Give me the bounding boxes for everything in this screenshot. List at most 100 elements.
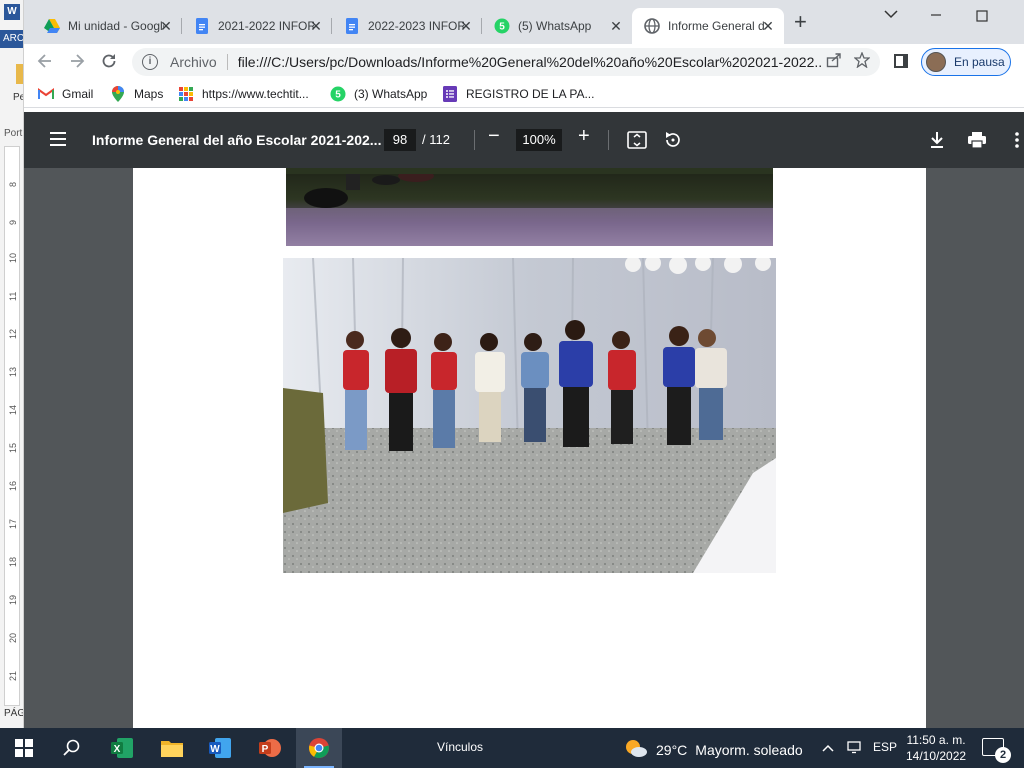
- back-arrow-icon[interactable]: [36, 52, 54, 75]
- word-icon[interactable]: W: [208, 736, 232, 760]
- screen: W ARC Pe Port 8 9 10 11 12 13 14 15 16 1…: [0, 0, 1024, 768]
- tab-label: 2021-2022 INFORME: [218, 19, 314, 33]
- bookmark-gmail[interactable]: Gmail: [38, 86, 93, 102]
- chevron-up-icon[interactable]: [822, 741, 834, 755]
- scheme-label: Archivo: [170, 54, 217, 70]
- bookmark-label: https://www.techtit...: [202, 87, 309, 101]
- bookmark-star-icon[interactable]: [853, 51, 871, 72]
- ruler-tick: 12: [8, 328, 18, 339]
- word-section-label: Port: [4, 128, 23, 139]
- windows-start-icon[interactable]: [12, 736, 36, 760]
- maximize-button[interactable]: [976, 9, 988, 25]
- chrome-taskbar-button[interactable]: [296, 728, 342, 768]
- pdf-title: Informe General del año Escolar 2021-202…: [92, 132, 382, 148]
- language-indicator[interactable]: ESP: [873, 740, 897, 754]
- bookmark-techtit[interactable]: https://www.techtit...: [178, 86, 309, 102]
- gmail-icon: [38, 86, 54, 102]
- svg-text:P: P: [262, 744, 269, 755]
- close-icon[interactable]: ✕: [308, 18, 324, 35]
- page-total: / 112: [422, 132, 450, 147]
- profile-button[interactable]: En pausa: [921, 48, 1011, 76]
- svg-text:W: W: [210, 744, 220, 755]
- ruler-tick: 20: [8, 632, 18, 643]
- ruler-tick: 19: [8, 594, 18, 605]
- print-icon[interactable]: [966, 129, 988, 151]
- google-docs-icon: [344, 18, 360, 34]
- word-window-edge: W ARC Pe Port 8 9 10 11 12 13 14 15 16 1…: [0, 0, 24, 728]
- menu-icon[interactable]: [50, 132, 66, 146]
- excel-icon[interactable]: X: [110, 736, 134, 760]
- links-toolbar-label[interactable]: Vínculos: [437, 740, 483, 754]
- url-text[interactable]: file:///C:/Users/pc/Downloads/Informe%20…: [238, 54, 823, 70]
- ruler-tick: 9: [8, 219, 18, 225]
- zoom-in-button[interactable]: +: [578, 125, 590, 148]
- minimize-button[interactable]: [930, 8, 942, 24]
- apps-grid-icon: [178, 86, 194, 102]
- svg-text:5: 5: [335, 90, 341, 101]
- share-icon[interactable]: [826, 52, 842, 72]
- word-ribbon-tab[interactable]: ARC: [0, 30, 23, 48]
- tab-informe-general[interactable]: Informe General del año Escolar ✕: [632, 8, 784, 44]
- close-icon[interactable]: ✕: [158, 18, 174, 35]
- pdf-viewer[interactable]: [24, 168, 1024, 728]
- notification-count: 2: [995, 747, 1011, 763]
- zoom-level-input[interactable]: 100%: [516, 129, 562, 151]
- clock[interactable]: 11:50 a. m. 14/10/2022: [906, 732, 966, 764]
- forward-arrow-icon[interactable]: [68, 52, 86, 75]
- side-panel-icon[interactable]: [894, 54, 908, 68]
- zoom-out-button[interactable]: −: [488, 125, 500, 148]
- avatar: [926, 52, 946, 72]
- chrome-icon: [307, 736, 331, 760]
- ruler-tick: 15: [8, 442, 18, 453]
- bookmark-label: REGISTRO DE LA PA...: [466, 87, 595, 101]
- close-icon[interactable]: ✕: [760, 18, 776, 35]
- notification-center-icon[interactable]: 2: [982, 738, 1011, 763]
- tab-label: Mi unidad - Google Drive: [68, 19, 164, 33]
- weather-widget[interactable]: 29°C Mayorm. soleado: [624, 738, 803, 761]
- clock-date: 14/10/2022: [906, 749, 967, 763]
- ruler-tick: 11: [8, 291, 18, 301]
- whatsapp-icon: 5: [494, 18, 510, 34]
- file-explorer-icon[interactable]: [160, 736, 184, 760]
- display-icon[interactable]: [847, 740, 861, 757]
- google-docs-icon: [194, 18, 210, 34]
- tab-informe-2022[interactable]: 2022-2023 INFORME ✕: [332, 8, 482, 44]
- close-icon[interactable]: ✕: [458, 18, 474, 35]
- reload-icon[interactable]: [100, 52, 118, 75]
- clock-time: 11:50 a. m.: [906, 733, 966, 747]
- browser-toolbar: i Archivo file:///C:/Users/pc/Downloads/…: [24, 44, 1024, 80]
- ruler-tick: 16: [8, 480, 18, 491]
- bookmark-whatsapp[interactable]: 5 (3) WhatsApp: [330, 86, 427, 102]
- tab-google-drive[interactable]: Mi unidad - Google Drive ✕: [32, 8, 182, 44]
- ruler-tick: 13: [8, 366, 18, 377]
- page-number-input[interactable]: 98: [384, 129, 416, 151]
- bookmark-label: (3) WhatsApp: [354, 87, 428, 101]
- info-icon[interactable]: i: [142, 54, 158, 70]
- more-options-icon[interactable]: [1006, 129, 1024, 151]
- fit-page-icon[interactable]: [626, 129, 648, 151]
- tab-whatsapp[interactable]: 5 (5) WhatsApp ✕: [482, 8, 632, 44]
- search-icon[interactable]: [60, 736, 84, 760]
- svg-text:X: X: [114, 744, 121, 755]
- new-tab-button[interactable]: +: [794, 11, 807, 33]
- bookmark-maps[interactable]: Maps: [110, 86, 163, 102]
- address-bar[interactable]: i Archivo file:///C:/Users/pc/Downloads/…: [132, 48, 880, 76]
- group-photo: [283, 258, 776, 573]
- temperature: 29°C: [656, 741, 688, 758]
- tab-search-chevron-icon[interactable]: [884, 6, 898, 22]
- bookmark-registro[interactable]: REGISTRO DE LA PA...: [442, 86, 594, 102]
- tab-label: Informe General del año Escolar: [668, 19, 764, 33]
- whatsapp-icon: 5: [330, 86, 346, 102]
- svg-text:5: 5: [499, 22, 505, 33]
- download-icon[interactable]: [926, 129, 948, 151]
- ruler-tick: 21: [8, 670, 18, 681]
- windows-taskbar: X W P Vínculos 29°C Mayorm. soleado ESP …: [0, 728, 1024, 768]
- close-icon[interactable]: ✕: [608, 18, 624, 35]
- ruler-tick: 14: [8, 404, 18, 415]
- folder-icon: [16, 64, 23, 84]
- powerpoint-icon[interactable]: P: [258, 736, 282, 760]
- pdf-page: [133, 168, 926, 728]
- bookmarks-bar: Gmail Maps https://www.techtit... 5 (3) …: [24, 80, 1024, 108]
- tab-informe-2021[interactable]: 2021-2022 INFORME ✕: [182, 8, 332, 44]
- rotate-icon[interactable]: [662, 129, 684, 151]
